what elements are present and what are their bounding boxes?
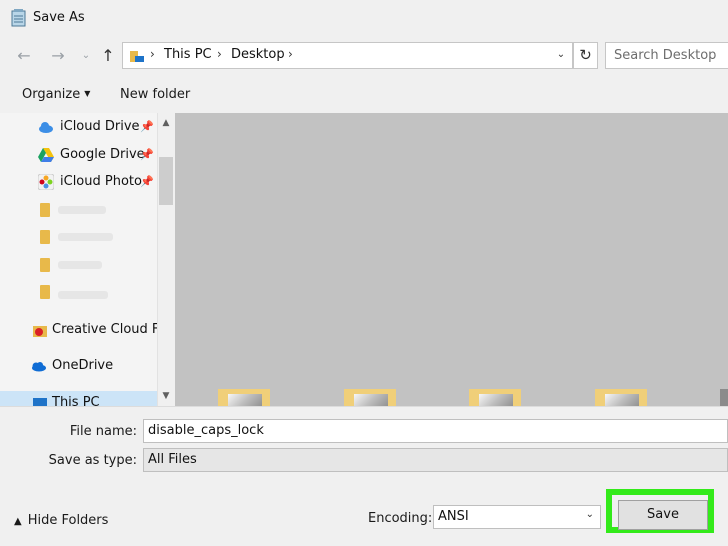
file-thumbnail[interactable] <box>595 389 647 406</box>
address-dropdown-chevron-icon[interactable]: ⌄ <box>554 48 568 62</box>
save-as-type-select[interactable]: All Files <box>143 448 728 472</box>
pin-icon[interactable]: 📌 <box>140 148 154 161</box>
new-folder-button[interactable]: New folder <box>120 87 190 102</box>
blurred-folder-label <box>58 261 102 269</box>
address-bar[interactable]: › This PC › Desktop › ⌄ <box>122 42 573 69</box>
breadcrumb-separator-icon[interactable]: › <box>288 47 293 61</box>
nav-item-label: OneDrive <box>52 358 114 373</box>
file-thumbnail[interactable] <box>344 389 396 406</box>
folder-icon <box>40 230 50 244</box>
chevron-up-icon: ▲ <box>14 516 22 527</box>
scrollbar-thumb[interactable] <box>159 157 173 205</box>
nav-item-label: This PC <box>52 395 100 406</box>
hide-folders-button[interactable]: ▲ Hide Folders <box>14 513 108 528</box>
scroll-up-arrow-icon[interactable]: ▲ <box>158 115 174 131</box>
file-name-input[interactable]: disable_caps_lock <box>143 419 728 443</box>
breadcrumb-separator-icon: › <box>150 47 155 61</box>
search-input[interactable]: Search Desktop <box>605 42 728 69</box>
scroll-down-arrow-icon[interactable]: ▼ <box>158 388 174 404</box>
refresh-icon: ↻ <box>579 46 592 64</box>
save-as-type-label: Save as type: <box>48 453 137 468</box>
folder-icon <box>40 203 50 217</box>
blurred-folder-label <box>58 233 113 241</box>
nav-item-onedrive[interactable]: OneDrive <box>0 354 157 378</box>
file-name-label: File name: <box>69 424 137 439</box>
nav-item-icloud-drive[interactable]: iCloud Drive 📌 <box>0 115 157 139</box>
nav-item-label: Creative Cloud Fil <box>52 322 157 337</box>
breadcrumb-desktop[interactable]: Desktop <box>231 47 285 62</box>
folder-icon <box>40 258 50 272</box>
pin-icon[interactable]: 📌 <box>140 175 154 188</box>
encoding-label: Encoding: <box>368 511 433 526</box>
nav-pane-scrollbar[interactable]: ▲ ▼ <box>157 113 174 406</box>
nav-item-icloud-photos[interactable]: iCloud Photo 📌 <box>0 170 157 194</box>
thumbnail-preview <box>354 394 388 406</box>
pin-icon[interactable]: 📌 <box>140 120 154 133</box>
google-drive-icon <box>38 148 54 162</box>
organize-button[interactable]: Organize ▼ <box>22 87 90 102</box>
file-thumbnail[interactable] <box>469 389 521 406</box>
thumbnail-preview <box>605 394 639 406</box>
nav-item-label: Google Drive <box>60 147 145 162</box>
up-arrow-icon[interactable]: ↑ <box>98 46 118 66</box>
title-bar: Save As <box>0 0 728 38</box>
back-arrow-icon[interactable]: ← <box>14 46 34 66</box>
save-button[interactable]: Save <box>618 500 708 530</box>
folder-icon <box>40 285 50 299</box>
chevron-down-icon: ⌄ <box>585 509 594 520</box>
nav-item-label: iCloud Drive <box>60 119 140 134</box>
recent-locations-chevron-icon[interactable]: ⌄ <box>76 46 96 66</box>
hide-folders-label: Hide Folders <box>27 513 109 528</box>
breadcrumb-this-pc[interactable]: This PC <box>164 47 212 62</box>
window-title: Save As <box>33 10 85 25</box>
icloud-photos-icon <box>38 174 54 190</box>
breadcrumb-separator-icon: › <box>217 47 222 61</box>
this-pc-icon <box>33 398 47 406</box>
content-scrollbar[interactable] <box>720 389 728 406</box>
onedrive-icon <box>32 362 46 372</box>
blurred-folder-label <box>58 291 108 299</box>
creative-cloud-icon <box>33 326 47 337</box>
caret-down-icon: ▼ <box>84 89 91 98</box>
navigation-pane: iCloud Drive 📌 Google Drive 📌 iCloud Pho… <box>0 113 157 406</box>
nav-item-creative-cloud[interactable]: Creative Cloud Fil <box>0 318 157 342</box>
save-as-type-value: All Files <box>148 452 197 467</box>
blurred-folder-label <box>58 206 106 214</box>
encoding-select[interactable]: ANSI ⌄ <box>433 505 601 529</box>
file-thumbnail[interactable] <box>218 389 270 406</box>
forward-arrow-icon[interactable]: → <box>48 46 68 66</box>
nav-item-label: iCloud Photo <box>60 174 142 189</box>
thumbnail-preview <box>479 394 513 406</box>
encoding-value: ANSI <box>438 509 469 524</box>
organize-label: Organize <box>22 87 81 102</box>
notepad-icon <box>11 9 26 27</box>
nav-item-this-pc[interactable]: This PC <box>0 391 157 406</box>
file-list-area[interactable] <box>175 113 728 406</box>
thumbnail-preview <box>228 394 262 406</box>
nav-item-google-drive[interactable]: Google Drive 📌 <box>0 143 157 167</box>
this-pc-small-icon <box>130 51 144 62</box>
icloud-icon <box>39 122 53 133</box>
refresh-button[interactable]: ↻ <box>573 42 598 69</box>
toolbar: Organize ▼ New folder <box>0 80 728 110</box>
